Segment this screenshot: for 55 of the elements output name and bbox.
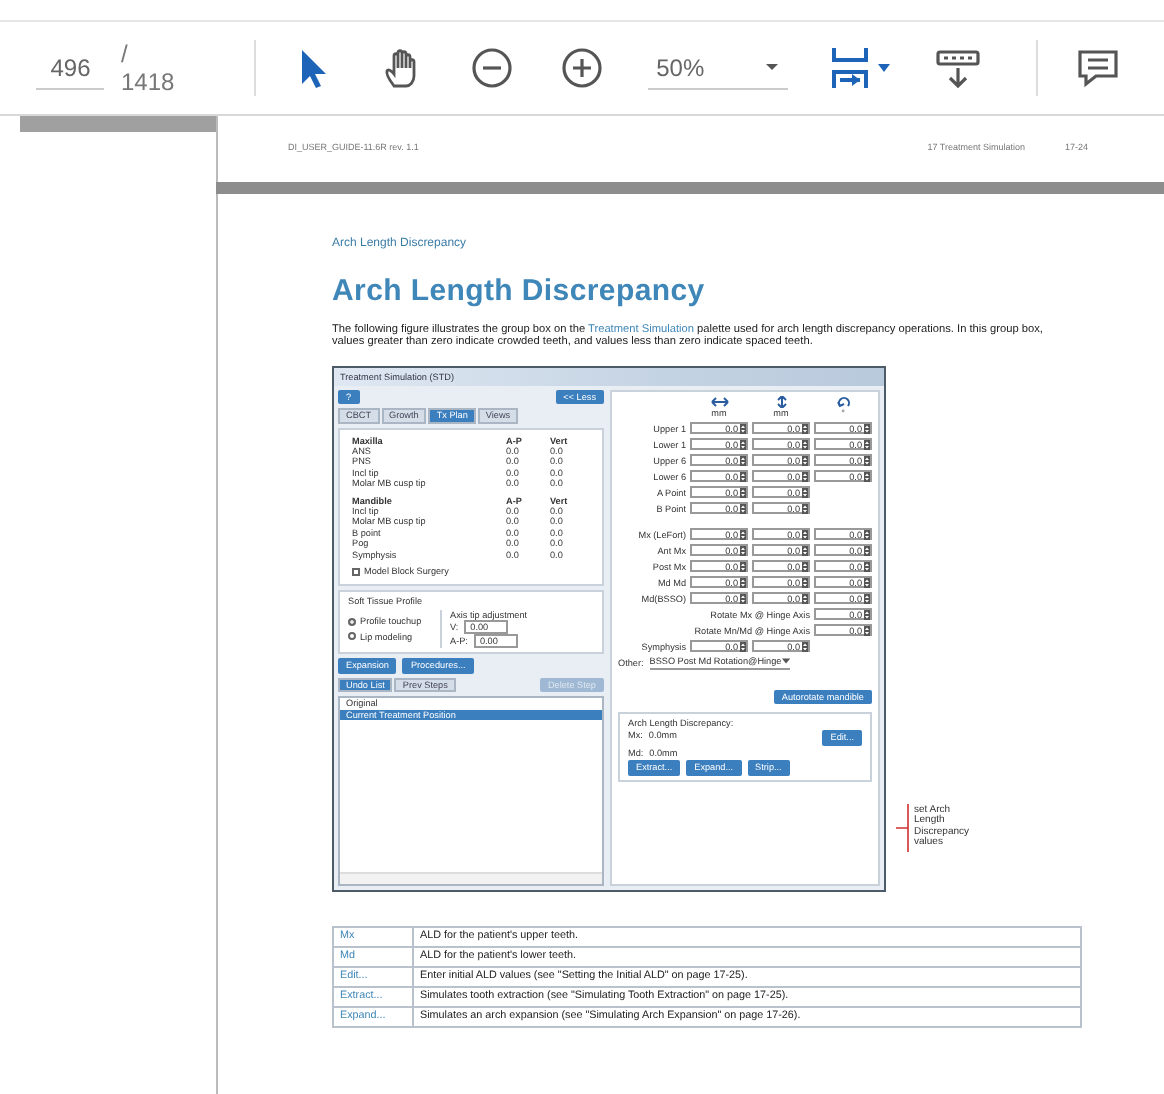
rotate-arrow-icon (833, 395, 853, 408)
spinner-arrows-icon[interactable] (802, 593, 808, 604)
comment-icon[interactable] (1074, 44, 1122, 92)
spinner-arrows-icon[interactable] (802, 529, 808, 540)
caret-icon (764, 62, 781, 72)
double-arrow-icon (771, 395, 791, 408)
page-number-field[interactable]: 496 (36, 47, 105, 89)
spinner-arrows-icon[interactable] (740, 529, 746, 540)
spinner-arrows-icon[interactable] (740, 487, 746, 498)
spinner-arrows-icon[interactable] (864, 561, 870, 572)
caret-icon (781, 658, 790, 665)
spinner-arrows-icon[interactable] (802, 641, 808, 652)
horizontal-scrollbar[interactable] (340, 871, 602, 884)
caret-icon (878, 64, 891, 72)
radio-button[interactable] (348, 617, 356, 626)
spinner-arrows-icon[interactable] (802, 487, 808, 498)
spinner-arrows-icon[interactable] (864, 529, 870, 540)
spinner-arrows-icon[interactable] (740, 593, 746, 604)
spinner-arrows-icon[interactable] (740, 439, 746, 450)
spinner-arrows-icon[interactable] (802, 503, 808, 514)
spinner-arrows-icon[interactable] (802, 545, 808, 556)
spinner-arrows-icon[interactable] (864, 471, 870, 482)
page-heading: Arch Length Discrepancy (332, 274, 707, 308)
scroll-mode-icon[interactable] (934, 44, 983, 92)
spinner-arrows-icon[interactable] (740, 503, 746, 514)
spinner-arrows-icon[interactable] (864, 545, 870, 556)
radio-button[interactable] (348, 632, 356, 641)
zoom-out-icon[interactable] (468, 44, 517, 92)
spinner-arrows-icon[interactable] (864, 455, 870, 466)
page-count: / 1418 (120, 40, 177, 96)
spinner-arrows-icon[interactable] (740, 641, 746, 652)
fit-page-icon[interactable] (828, 44, 873, 92)
spinner-arrows-icon[interactable] (740, 545, 746, 556)
spinner-arrows-icon[interactable] (802, 439, 808, 450)
spinner-arrows-icon[interactable] (864, 625, 870, 636)
spinner-arrows-icon[interactable] (864, 423, 870, 434)
spinner-arrows-icon[interactable] (802, 423, 808, 434)
spinner-arrows-icon[interactable] (740, 423, 746, 434)
spinner-arrows-icon[interactable] (802, 561, 808, 572)
spinner-arrows-icon[interactable] (802, 455, 808, 466)
zoom-in-icon[interactable] (558, 44, 607, 92)
spinner-arrows-icon[interactable] (740, 471, 746, 482)
spinner-arrows-icon[interactable] (802, 577, 808, 588)
spinner-arrows-icon[interactable] (864, 593, 870, 604)
spinner-arrows-icon[interactable] (864, 577, 870, 588)
spinner-arrows-icon[interactable] (740, 561, 746, 572)
callout-bracket (896, 803, 910, 852)
double-arrow-icon (709, 395, 729, 408)
checkbox[interactable] (352, 567, 360, 576)
zoom-dropdown[interactable]: 50% (648, 47, 789, 89)
spinner-arrows-icon[interactable] (802, 471, 808, 482)
spinner-arrows-icon[interactable] (740, 455, 746, 466)
spinner-arrows-icon[interactable] (864, 439, 870, 450)
spinner-arrows-icon[interactable] (740, 577, 746, 588)
spinner-arrows-icon[interactable] (864, 609, 870, 620)
